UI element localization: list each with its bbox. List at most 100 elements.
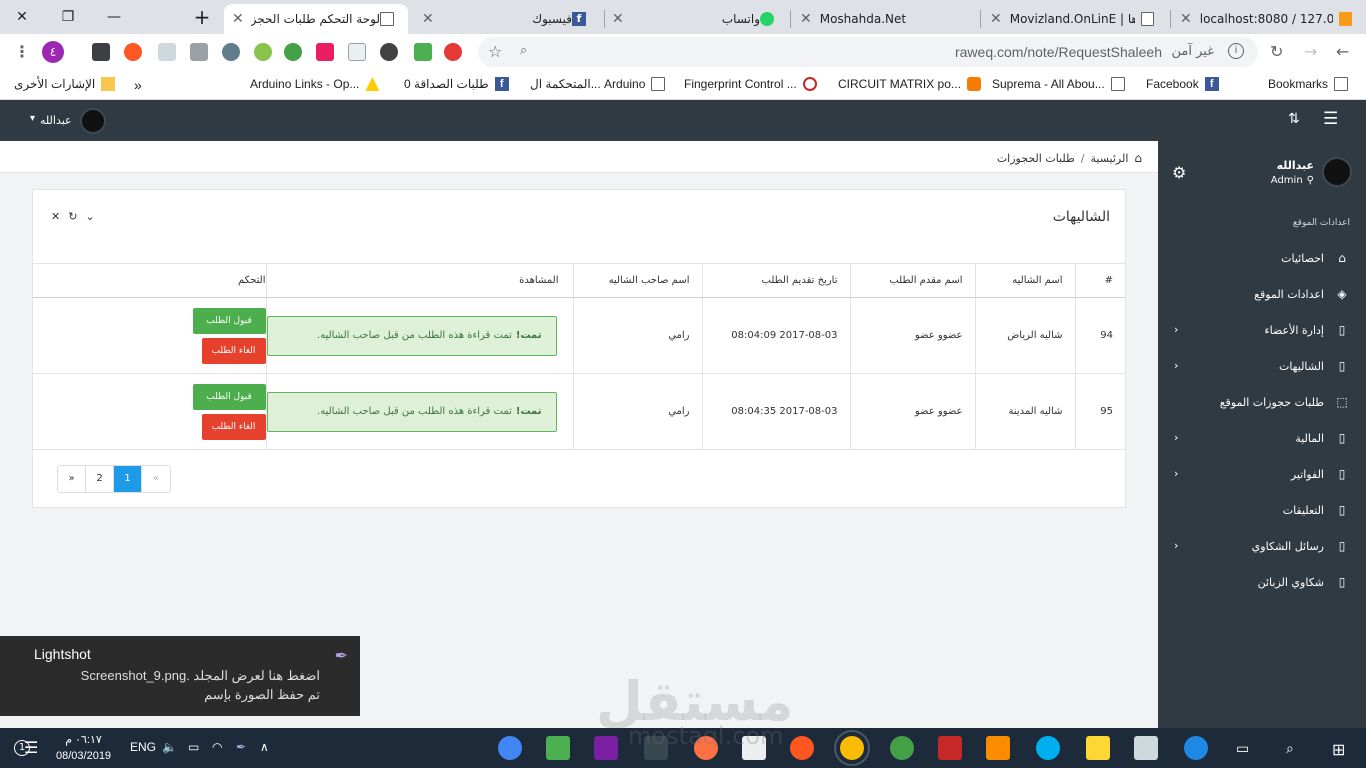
download-ext-icon[interactable] [92, 43, 110, 61]
fire-ext-icon[interactable] [124, 43, 142, 61]
tab-facebook[interactable]: f فيسبوك ✕ [414, 4, 600, 34]
phpstorm-app-icon[interactable] [594, 736, 618, 760]
edge-app-icon[interactable] [1184, 736, 1208, 760]
close-icon[interactable]: ✕ [800, 11, 812, 27]
close-icon[interactable]: ✕ [1180, 11, 1192, 27]
avatar[interactable] [80, 108, 106, 134]
close-icon[interactable]: ✕ [990, 11, 1002, 27]
accept-request-button[interactable]: قبول الطلب [192, 307, 266, 334]
lightshot-notification[interactable]: Lightshot ✒ اضغط هنا لعرض المجلد .Screen… [0, 636, 360, 716]
postman-app-icon[interactable] [790, 736, 814, 760]
new-tab-button[interactable]: + [180, 0, 224, 34]
tab-localhost[interactable]: ✕ localhost:8080 / 127.0.0 [1172, 4, 1366, 34]
cancel-request-button[interactable]: الغاء الطلب [201, 337, 266, 364]
cancel-request-button[interactable]: الغاء الطلب [201, 413, 266, 440]
window-close-button[interactable]: ✕ [0, 0, 44, 34]
pagination-page-1[interactable]: 1 [114, 466, 142, 492]
hotspot-app-icon[interactable] [890, 736, 914, 760]
close-icon[interactable]: ✕ [612, 11, 624, 27]
sidebar-item-members[interactable]: ▯ إدارة الأعضاء ‹ [1158, 312, 1366, 348]
windows-start-icon[interactable]: ⊞ [1332, 740, 1345, 760]
sidebar-item-chalets[interactable]: ▯ الشاليهات ‹ [1158, 348, 1366, 384]
action-center-icon[interactable]: ☰ [24, 738, 38, 757]
gear-icon[interactable]: ⚙ [1172, 163, 1186, 182]
close-icon[interactable]: ✕ [232, 11, 244, 27]
bookmark-item[interactable]: Facebook f [1146, 77, 1219, 91]
bookmark-item[interactable]: Bookmarks [1268, 77, 1349, 91]
json-ext-icon[interactable] [348, 43, 366, 61]
pagination-next[interactable]: » [58, 466, 86, 492]
globe-ext-icon[interactable] [254, 43, 272, 61]
language-indicator[interactable]: ENG [130, 740, 156, 754]
window-minimize-button[interactable]: — [92, 0, 136, 34]
profile-avatar[interactable]: ٤ [42, 41, 64, 63]
sidebar-item-invoices[interactable]: ▯ الفواتير ‹ [1158, 456, 1366, 492]
info-icon[interactable]: i [1228, 43, 1244, 59]
refresh-icon[interactable]: ↻ [68, 210, 77, 223]
address-bar[interactable]: ☆ ⌕ raweq.com/note/RequestShaleeh غير آم… [478, 37, 1258, 67]
search-icon[interactable]: ⌕ [1286, 740, 1294, 757]
store-app-icon[interactable] [1134, 736, 1158, 760]
record-ext-icon[interactable] [316, 43, 334, 61]
menu-dots-icon[interactable]: ⋮ [14, 42, 30, 61]
back-icon[interactable]: ← [1336, 42, 1349, 61]
chevron-down-icon[interactable]: ⌄ [85, 210, 94, 223]
sidebar-item-comments[interactable]: ▯ التعليقات [1158, 492, 1366, 528]
skype-app-icon[interactable] [1036, 736, 1060, 760]
tab-movizland[interactable]: ✕ Movizland.OnLinE | برها [982, 4, 1168, 34]
sidebar-item-customer-complaints[interactable]: ▯ شكاوي الزبائن [1158, 564, 1366, 600]
bookmark-item[interactable]: 0 طلبات الصداقة f [404, 77, 509, 91]
hamburger-menu-icon[interactable]: ☰ [1323, 109, 1338, 129]
reload-icon[interactable]: ↻ [1270, 42, 1283, 61]
other-bookmarks[interactable]: الإشارات الأخرى [14, 77, 116, 91]
battery-icon[interactable]: ▭ [188, 740, 199, 754]
sidebar-item-site-settings[interactable]: ◈ اعدادات الموقع [1158, 276, 1366, 312]
bookmark-item[interactable]: Suprema - All Abou... [992, 77, 1125, 91]
header-user-name[interactable]: عبدالله [40, 114, 72, 127]
arrow-down-ext-icon[interactable] [284, 43, 302, 61]
sidebar-item-bookings[interactable]: ⬚ طلبات حجوزات الموقع [1158, 384, 1366, 420]
bookmark-item[interactable]: Fingerprint Control ... [684, 77, 817, 91]
bookmark-item[interactable]: Arduino Links - Op... [250, 77, 380, 91]
wifi-icon[interactable]: ◠ [212, 740, 222, 754]
sync-icon[interactable]: ⇅ [1288, 111, 1300, 127]
sidebar-item-complaint-messages[interactable]: ▯ رسائل الشكاوي ‹ [1158, 528, 1366, 564]
volume-icon[interactable]: 🔈 [162, 740, 177, 754]
close-icon[interactable]: ✕ [422, 11, 434, 27]
bookmark-item[interactable]: CIRCUIT MATRIX po... [838, 77, 981, 91]
bookmark-item[interactable]: المتحكمة ال... Arduino [530, 77, 666, 91]
chrome-active-app-icon[interactable] [834, 730, 870, 766]
window-restore-button[interactable]: ❐ [46, 0, 90, 34]
sheets-app-icon[interactable] [546, 736, 570, 760]
tab-control-panel[interactable]: لوحة التحكم طلبات الحجز ✕ [224, 4, 408, 34]
bookmarks-overflow-button[interactable]: » [134, 77, 142, 93]
tray-chevron-up-icon[interactable]: ∧ [260, 740, 269, 754]
bookmark-star-icon[interactable]: ☆ [488, 42, 502, 61]
tab-moshahda[interactable]: ✕ Moshahda.Net [792, 4, 978, 34]
chevron-down-icon[interactable]: ▾ [30, 113, 35, 124]
task-view-icon[interactable]: ▭ [1236, 740, 1249, 757]
chrome-app-icon[interactable] [498, 736, 522, 760]
filezilla-app-icon[interactable] [938, 736, 962, 760]
vue-ext-icon[interactable] [158, 43, 176, 61]
save-ext-icon[interactable] [414, 43, 432, 61]
sidebar-item-stats[interactable]: ⌂ احصائيات [1158, 240, 1366, 276]
accept-request-button[interactable]: قبول الطلب [192, 383, 266, 410]
search-ext-icon[interactable] [222, 43, 240, 61]
search-icon[interactable]: ⌕ [520, 43, 527, 58]
close-icon[interactable]: ✕ [51, 210, 60, 223]
v-ext-icon[interactable] [190, 43, 208, 61]
url-text[interactable]: raweq.com/note/RequestShaleeh [955, 44, 1162, 60]
lightshot-tray-icon[interactable]: ✒ [236, 740, 246, 754]
tab-whatsapp[interactable]: واتساب ✕ [604, 4, 788, 34]
forward-icon[interactable]: → [1304, 42, 1317, 61]
xampp-app-icon[interactable] [986, 736, 1010, 760]
cell-control: قبول الطلب الغاء الطلب [33, 297, 266, 374]
file-explorer-app-icon[interactable] [1086, 736, 1110, 760]
pagination-page-2[interactable]: 2 [86, 466, 114, 492]
taskbar-clock[interactable]: ٠٦:١٧ م 08/03/2019 [56, 732, 111, 764]
film-ext-icon[interactable] [380, 43, 398, 61]
sidebar-item-finance[interactable]: ▯ المالية ‹ [1158, 420, 1366, 456]
breadcrumb-home[interactable]: الرئيسية [1090, 152, 1128, 165]
adblock-icon[interactable] [444, 43, 462, 61]
